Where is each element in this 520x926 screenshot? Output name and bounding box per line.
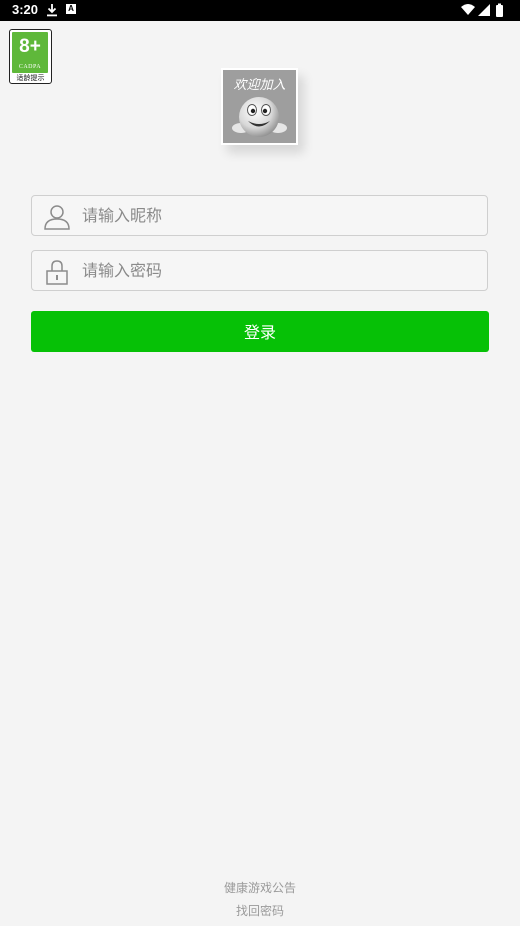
notification-badge: A [66, 4, 76, 14]
smiley-face-icon [232, 97, 287, 137]
status-bar: 3:20 A [0, 0, 520, 21]
download-icon [47, 4, 57, 17]
age-rating-value: 8+ [19, 36, 41, 57]
welcome-avatar: 欢迎加入 [221, 68, 298, 145]
age-rating-org: CADPA [18, 64, 42, 70]
nickname-field[interactable] [31, 195, 488, 236]
avatar-image: 欢迎加入 [223, 70, 296, 143]
user-icon [44, 205, 70, 230]
nickname-input[interactable] [82, 196, 477, 235]
age-rating-badge[interactable]: 8+ CADPA 适龄提示 [9, 29, 52, 84]
lock-icon [46, 260, 68, 285]
password-input[interactable] [82, 251, 477, 290]
signal-icon [478, 4, 490, 16]
login-button[interactable]: 登录 [31, 311, 489, 352]
age-rating-label: 适龄提示 [16, 74, 45, 82]
wifi-icon [461, 4, 475, 15]
health-notice-link[interactable]: 健康游戏公告 [0, 879, 520, 896]
age-rating-panel: 8+ CADPA [12, 32, 48, 73]
recover-password-link[interactable]: 找回密码 [0, 902, 520, 919]
password-field[interactable] [31, 250, 488, 291]
status-time: 3:20 [12, 2, 39, 17]
system-status-icons [461, 3, 503, 17]
battery-icon [496, 5, 503, 17]
